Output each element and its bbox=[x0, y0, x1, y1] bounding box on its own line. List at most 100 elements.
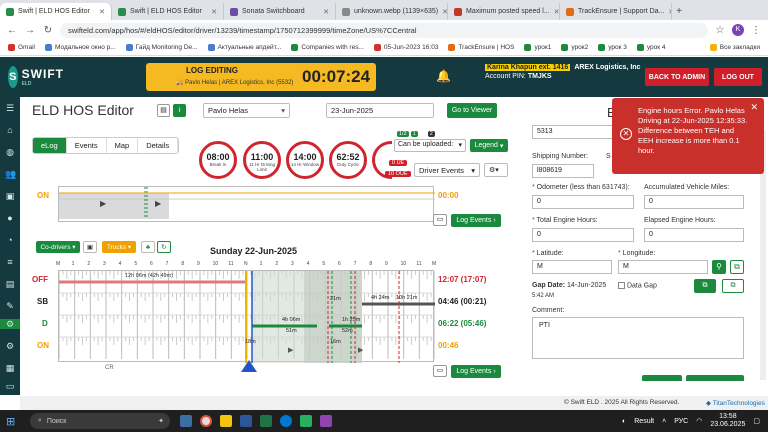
can-be-uploaded-select[interactable]: Can be uploaded: ▾ bbox=[394, 139, 466, 152]
event-id-field[interactable]: 5313 bbox=[532, 125, 614, 139]
wrench-icon[interactable]: ✎ bbox=[5, 301, 15, 311]
close-icon[interactable]: ✕ bbox=[323, 8, 329, 16]
tab-details[interactable]: Details bbox=[138, 138, 179, 153]
user-icon[interactable]: ● bbox=[5, 213, 15, 223]
apply-button[interactable] bbox=[686, 375, 744, 381]
settings-icon[interactable]: ⚙ bbox=[0, 319, 20, 329]
elapsed-field[interactable]: 0 bbox=[644, 228, 744, 242]
gauge-icon[interactable]: ◔ bbox=[5, 235, 15, 245]
app-icon[interactable] bbox=[300, 415, 312, 427]
close-icon[interactable]: ✕ bbox=[554, 8, 559, 16]
comment-icon[interactable]: ▭ bbox=[433, 365, 447, 377]
co-drivers-button[interactable]: Co-drivers ▾ bbox=[36, 241, 80, 253]
tab-events[interactable]: Events bbox=[66, 138, 107, 153]
log-events-button[interactable]: Log Events › bbox=[451, 365, 501, 378]
close-icon[interactable]: ✕ bbox=[211, 8, 217, 16]
close-icon[interactable]: ✕ bbox=[99, 8, 105, 16]
hos-graph[interactable] bbox=[58, 270, 436, 363]
bookmark-item[interactable]: Актуальные апдейт... bbox=[207, 44, 281, 51]
tab-map[interactable]: Map bbox=[106, 138, 139, 153]
bookmark-item[interactable]: Модальное окно р... bbox=[44, 44, 116, 51]
go-to-viewer-button[interactable]: Go to Viewer bbox=[447, 103, 497, 118]
browser-tab[interactable]: Sonata Switchboard ✕ bbox=[224, 3, 336, 20]
bookmark-item[interactable]: Гайд Monitoring De... bbox=[125, 44, 198, 51]
weather-icon[interactable]: ◐ bbox=[622, 418, 626, 425]
edge-icon[interactable] bbox=[280, 415, 292, 427]
users-icon[interactable]: 👥 bbox=[5, 169, 16, 179]
log-events-button[interactable]: Log Events › bbox=[451, 214, 501, 227]
browser-tab[interactable]: Swift | ELD HOS Editor ✕ bbox=[0, 3, 112, 20]
data-gap-checkbox[interactable]: Data Gap bbox=[618, 282, 657, 289]
forward-arrow-icon[interactable]: → bbox=[24, 25, 36, 36]
bookmark-item[interactable]: урок 3 bbox=[598, 44, 627, 51]
app-icon[interactable] bbox=[320, 415, 332, 427]
back-to-admin-button[interactable]: BACK TO ADMIN bbox=[645, 68, 709, 86]
video-icon[interactable]: ▶ bbox=[358, 346, 363, 354]
globe-icon[interactable]: ◍ bbox=[5, 147, 15, 157]
close-icon[interactable]: ✕ bbox=[750, 102, 758, 113]
bell-icon[interactable]: 🔔 bbox=[436, 69, 451, 83]
reload-icon[interactable]: ↻ bbox=[42, 25, 54, 36]
comment-textarea[interactable]: PTI bbox=[532, 317, 744, 359]
folder-icon[interactable] bbox=[220, 415, 232, 427]
back-arrow-icon[interactable]: ← bbox=[6, 25, 18, 36]
refresh-icon[interactable]: ↻ bbox=[157, 241, 171, 253]
map-pin-icon[interactable]: ⚲ bbox=[712, 260, 726, 274]
trucks-button[interactable]: Trucks ▾ bbox=[102, 241, 136, 253]
chevron-up-icon[interactable]: ˄ bbox=[662, 418, 666, 425]
date-input[interactable]: 23-Jun-2025 bbox=[326, 103, 434, 118]
new-tab-button[interactable]: + bbox=[672, 3, 686, 20]
document-icon[interactable]: ▤ bbox=[157, 104, 170, 117]
excel-icon[interactable] bbox=[260, 415, 272, 427]
comment-icon[interactable]: ▭ bbox=[433, 214, 447, 226]
acc-miles-field[interactable]: 0 bbox=[644, 195, 744, 209]
video-icon[interactable]: ▶ bbox=[288, 346, 293, 354]
tree-icon[interactable]: ♣ bbox=[141, 241, 155, 253]
truck-icon[interactable]: ▣ bbox=[83, 241, 97, 253]
shipping-number-field[interactable]: l808619 bbox=[532, 164, 594, 178]
all-bookmarks-item[interactable]: Все закладки bbox=[709, 44, 760, 51]
url-input[interactable]: swifteld.com/app/hos/#/eldHOS/editor/dri… bbox=[60, 22, 708, 38]
browser-tab[interactable]: Swift | ELD HOS Editor ✕ bbox=[112, 3, 224, 20]
chart-icon[interactable]: ▦ bbox=[5, 363, 15, 373]
browser-tab[interactable]: TrackEnsure | Support Da...✕ bbox=[560, 3, 672, 20]
star-icon[interactable]: ☆ bbox=[714, 25, 726, 36]
gear-icon[interactable]: ⚙ bbox=[5, 341, 15, 351]
latitude-field[interactable]: M bbox=[532, 260, 612, 274]
settings-dropdown[interactable]: ⚙▾ bbox=[484, 163, 508, 177]
tab-elog[interactable]: eLog bbox=[33, 138, 67, 153]
bookmark-item[interactable]: TrackEnsure | HOS bbox=[448, 44, 514, 51]
word-icon[interactable] bbox=[240, 415, 252, 427]
card-icon[interactable]: ▭ bbox=[5, 381, 15, 391]
notification-icon[interactable]: ▢ bbox=[753, 417, 760, 425]
longitude-field[interactable]: M bbox=[618, 260, 708, 274]
clock[interactable]: 13:58 23.06.2025 bbox=[710, 413, 745, 429]
copy-icon[interactable]: ⧉ bbox=[730, 260, 744, 274]
browser-tab[interactable]: Maximum posted speed l... ✕ bbox=[448, 3, 560, 20]
swift-logo[interactable]: S SWIFT ELD bbox=[8, 63, 64, 91]
windows-start-icon[interactable]: ⊞ bbox=[6, 415, 24, 428]
legend-button[interactable]: Legend ▾ bbox=[470, 139, 508, 152]
copy-icon[interactable]: ⧉ bbox=[722, 279, 744, 293]
bookmark-item[interactable]: урок1 bbox=[524, 44, 551, 51]
file-explorer-icon[interactable] bbox=[180, 415, 192, 427]
menu-dots-icon[interactable]: ⋮ bbox=[750, 25, 762, 36]
driver-events-select[interactable]: Driver Events ▾ bbox=[414, 163, 480, 177]
video-icon[interactable]: ▶ bbox=[155, 199, 161, 208]
bookmark-item[interactable]: урок2 bbox=[561, 44, 588, 51]
home-icon[interactable]: ⌂ bbox=[5, 125, 15, 135]
bookmark-item[interactable]: 05-Jun-2023 16:03 bbox=[373, 44, 438, 51]
driver-select[interactable]: Pavlo Helas ▾ bbox=[203, 103, 290, 118]
chrome-icon[interactable] bbox=[200, 415, 212, 427]
profile-avatar[interactable]: K bbox=[732, 24, 744, 36]
bookmark-item[interactable]: урок 4 bbox=[636, 44, 666, 51]
browser-tab[interactable]: unknown.webp (1139×635) ✕ bbox=[336, 3, 448, 20]
paste-icon[interactable]: ⧉ bbox=[694, 279, 716, 293]
video-icon[interactable]: ▶ bbox=[100, 199, 106, 208]
save-button[interactable] bbox=[642, 375, 682, 381]
info-icon[interactable]: i bbox=[173, 104, 186, 117]
log-out-button[interactable]: LOG OUT bbox=[714, 68, 762, 86]
truck-icon[interactable]: ▣ bbox=[5, 191, 15, 201]
taskbar-search-input[interactable]: ⌕ Поиск ✦ bbox=[30, 413, 170, 429]
hamburger-icon[interactable]: ☰ bbox=[5, 103, 15, 113]
